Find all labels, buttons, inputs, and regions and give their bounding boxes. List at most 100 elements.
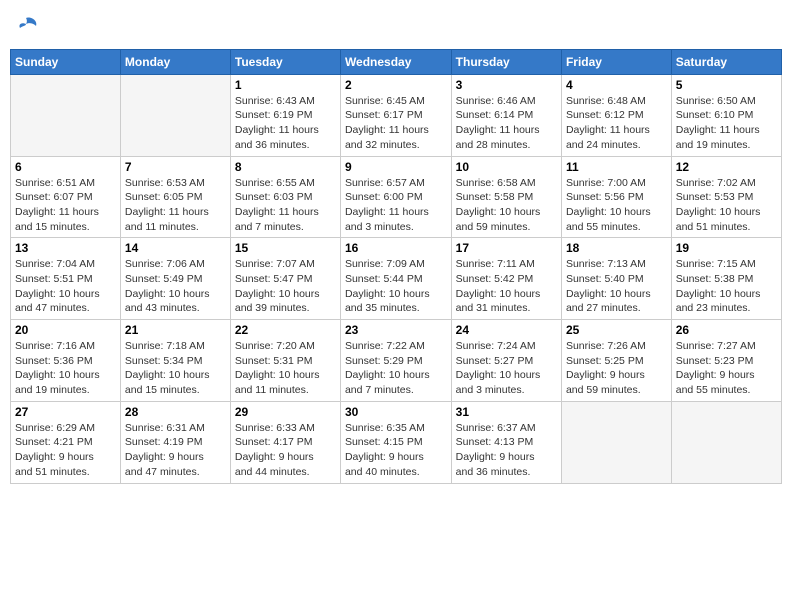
cell-content: Sunrise: 7:04 AMSunset: 5:51 PMDaylight:…	[15, 257, 116, 316]
logo-text	[10, 14, 40, 47]
day-number: 29	[235, 405, 336, 419]
cell-content: Sunrise: 6:57 AMSunset: 6:00 PMDaylight:…	[345, 176, 447, 235]
calendar-cell: 11 Sunrise: 7:00 AMSunset: 5:56 PMDayligh…	[561, 156, 671, 238]
calendar-cell: 15 Sunrise: 7:07 AMSunset: 5:47 PMDayligh…	[230, 238, 340, 320]
cell-content: Sunrise: 6:35 AMSunset: 4:15 PMDaylight:…	[345, 421, 447, 480]
cell-content: Sunrise: 7:06 AMSunset: 5:49 PMDaylight:…	[125, 257, 226, 316]
cell-content: Sunrise: 7:09 AMSunset: 5:44 PMDaylight:…	[345, 257, 447, 316]
calendar-cell: 24 Sunrise: 7:24 AMSunset: 5:27 PMDayligh…	[451, 320, 561, 402]
day-number: 2	[345, 78, 447, 92]
weekday-header-friday: Friday	[561, 49, 671, 74]
day-number: 17	[456, 241, 557, 255]
calendar-cell: 4 Sunrise: 6:48 AMSunset: 6:12 PMDaylight…	[561, 74, 671, 156]
day-number: 26	[676, 323, 777, 337]
cell-content: Sunrise: 7:18 AMSunset: 5:34 PMDaylight:…	[125, 339, 226, 398]
day-number: 30	[345, 405, 447, 419]
cell-content: Sunrise: 6:29 AMSunset: 4:21 PMDaylight:…	[15, 421, 116, 480]
cell-content: Sunrise: 6:37 AMSunset: 4:13 PMDaylight:…	[456, 421, 557, 480]
day-number: 11	[566, 160, 667, 174]
cell-content: Sunrise: 7:15 AMSunset: 5:38 PMDaylight:…	[676, 257, 777, 316]
cell-content: Sunrise: 6:53 AMSunset: 6:05 PMDaylight:…	[125, 176, 226, 235]
cell-content: Sunrise: 6:55 AMSunset: 6:03 PMDaylight:…	[235, 176, 336, 235]
cell-content: Sunrise: 6:46 AMSunset: 6:14 PMDaylight:…	[456, 94, 557, 153]
calendar-cell: 18 Sunrise: 7:13 AMSunset: 5:40 PMDayligh…	[561, 238, 671, 320]
calendar-cell: 6 Sunrise: 6:51 AMSunset: 6:07 PMDaylight…	[11, 156, 121, 238]
day-number: 31	[456, 405, 557, 419]
calendar-cell: 20 Sunrise: 7:16 AMSunset: 5:36 PMDayligh…	[11, 320, 121, 402]
calendar-cell: 2 Sunrise: 6:45 AMSunset: 6:17 PMDaylight…	[340, 74, 451, 156]
calendar-week-5: 27Sunrise: 6:29 AMSunset: 4:21 PMDayligh…	[11, 401, 782, 483]
cell-content: Sunrise: 7:27 AMSunset: 5:23 PMDaylight:…	[676, 339, 777, 398]
cell-content: Sunrise: 6:58 AMSunset: 5:58 PMDaylight:…	[456, 176, 557, 235]
calendar-cell: 17 Sunrise: 7:11 AMSunset: 5:42 PMDayligh…	[451, 238, 561, 320]
day-number: 10	[456, 160, 557, 174]
calendar-cell: 23 Sunrise: 7:22 AMSunset: 5:29 PMDayligh…	[340, 320, 451, 402]
day-number: 9	[345, 160, 447, 174]
calendar-cell	[120, 74, 230, 156]
calendar-cell: 3 Sunrise: 6:46 AMSunset: 6:14 PMDaylight…	[451, 74, 561, 156]
day-number: 24	[456, 323, 557, 337]
weekday-header-monday: Monday	[120, 49, 230, 74]
calendar-week-4: 20 Sunrise: 7:16 AMSunset: 5:36 PMDayligh…	[11, 320, 782, 402]
cell-content: Sunrise: 7:24 AMSunset: 5:27 PMDaylight:…	[456, 339, 557, 398]
weekday-header-thursday: Thursday	[451, 49, 561, 74]
cell-content: Sunrise: 6:51 AMSunset: 6:07 PMDaylight:…	[15, 176, 116, 235]
calendar-week-2: 6 Sunrise: 6:51 AMSunset: 6:07 PMDaylight…	[11, 156, 782, 238]
day-number: 19	[676, 241, 777, 255]
day-number: 18	[566, 241, 667, 255]
cell-content: Sunrise: 7:00 AMSunset: 5:56 PMDaylight:…	[566, 176, 667, 235]
day-number: 21	[125, 323, 226, 337]
cell-content: Sunrise: 7:02 AMSunset: 5:53 PMDaylight:…	[676, 176, 777, 235]
cell-content: Sunrise: 7:22 AMSunset: 5:29 PMDaylight:…	[345, 339, 447, 398]
day-number: 13	[15, 241, 116, 255]
cell-content: Sunrise: 7:26 AMSunset: 5:25 PMDaylight:…	[566, 339, 667, 398]
calendar-cell: 29 Sunrise: 6:33 AMSunset: 4:17 PMDayligh…	[230, 401, 340, 483]
day-number: 8	[235, 160, 336, 174]
day-number: 3	[456, 78, 557, 92]
calendar-cell	[11, 74, 121, 156]
weekday-header-tuesday: Tuesday	[230, 49, 340, 74]
day-number: 15	[235, 241, 336, 255]
day-number: 6	[15, 160, 116, 174]
day-number: 28	[125, 405, 226, 419]
day-number: 23	[345, 323, 447, 337]
calendar-cell	[561, 401, 671, 483]
cell-content: Sunrise: 7:07 AMSunset: 5:47 PMDaylight:…	[235, 257, 336, 316]
calendar-cell: 16Sunrise: 7:09 AMSunset: 5:44 PMDayligh…	[340, 238, 451, 320]
calendar-cell: 1 Sunrise: 6:43 AMSunset: 6:19 PMDaylight…	[230, 74, 340, 156]
calendar-cell: 7 Sunrise: 6:53 AMSunset: 6:05 PMDaylight…	[120, 156, 230, 238]
calendar-table: SundayMondayTuesdayWednesdayThursdayFrid…	[10, 49, 782, 484]
calendar-cell: 26 Sunrise: 7:27 AMSunset: 5:23 PMDayligh…	[671, 320, 781, 402]
cell-content: Sunrise: 7:13 AMSunset: 5:40 PMDaylight:…	[566, 257, 667, 316]
day-number: 20	[15, 323, 116, 337]
cell-content: Sunrise: 6:33 AMSunset: 4:17 PMDaylight:…	[235, 421, 336, 480]
calendar-cell: 9 Sunrise: 6:57 AMSunset: 6:00 PMDaylight…	[340, 156, 451, 238]
calendar-cell: 25 Sunrise: 7:26 AMSunset: 5:25 PMDayligh…	[561, 320, 671, 402]
cell-content: Sunrise: 6:48 AMSunset: 6:12 PMDaylight:…	[566, 94, 667, 153]
day-number: 7	[125, 160, 226, 174]
cell-content: Sunrise: 6:43 AMSunset: 6:19 PMDaylight:…	[235, 94, 336, 153]
calendar-week-3: 13 Sunrise: 7:04 AMSunset: 5:51 PMDayligh…	[11, 238, 782, 320]
calendar-cell	[671, 401, 781, 483]
day-number: 4	[566, 78, 667, 92]
cell-content: Sunrise: 7:20 AMSunset: 5:31 PMDaylight:…	[235, 339, 336, 398]
day-number: 22	[235, 323, 336, 337]
calendar-cell: 22 Sunrise: 7:20 AMSunset: 5:31 PMDayligh…	[230, 320, 340, 402]
logo	[10, 14, 40, 43]
weekday-header-row: SundayMondayTuesdayWednesdayThursdayFrid…	[11, 49, 782, 74]
day-number: 12	[676, 160, 777, 174]
cell-content: Sunrise: 6:50 AMSunset: 6:10 PMDaylight:…	[676, 94, 777, 153]
day-number: 5	[676, 78, 777, 92]
calendar-cell: 21 Sunrise: 7:18 AMSunset: 5:34 PMDayligh…	[120, 320, 230, 402]
cell-content: Sunrise: 7:11 AMSunset: 5:42 PMDaylight:…	[456, 257, 557, 316]
weekday-header-saturday: Saturday	[671, 49, 781, 74]
cell-content: Sunrise: 7:16 AMSunset: 5:36 PMDaylight:…	[15, 339, 116, 398]
calendar-cell: 5 Sunrise: 6:50 AMSunset: 6:10 PMDaylight…	[671, 74, 781, 156]
cell-content: Sunrise: 6:45 AMSunset: 6:17 PMDaylight:…	[345, 94, 447, 153]
calendar-cell: 31 Sunrise: 6:37 AMSunset: 4:13 PMDayligh…	[451, 401, 561, 483]
day-number: 1	[235, 78, 336, 92]
day-number: 25	[566, 323, 667, 337]
calendar-cell: 30 Sunrise: 6:35 AMSunset: 4:15 PMDayligh…	[340, 401, 451, 483]
calendar-cell: 27Sunrise: 6:29 AMSunset: 4:21 PMDayligh…	[11, 401, 121, 483]
header	[10, 10, 782, 43]
